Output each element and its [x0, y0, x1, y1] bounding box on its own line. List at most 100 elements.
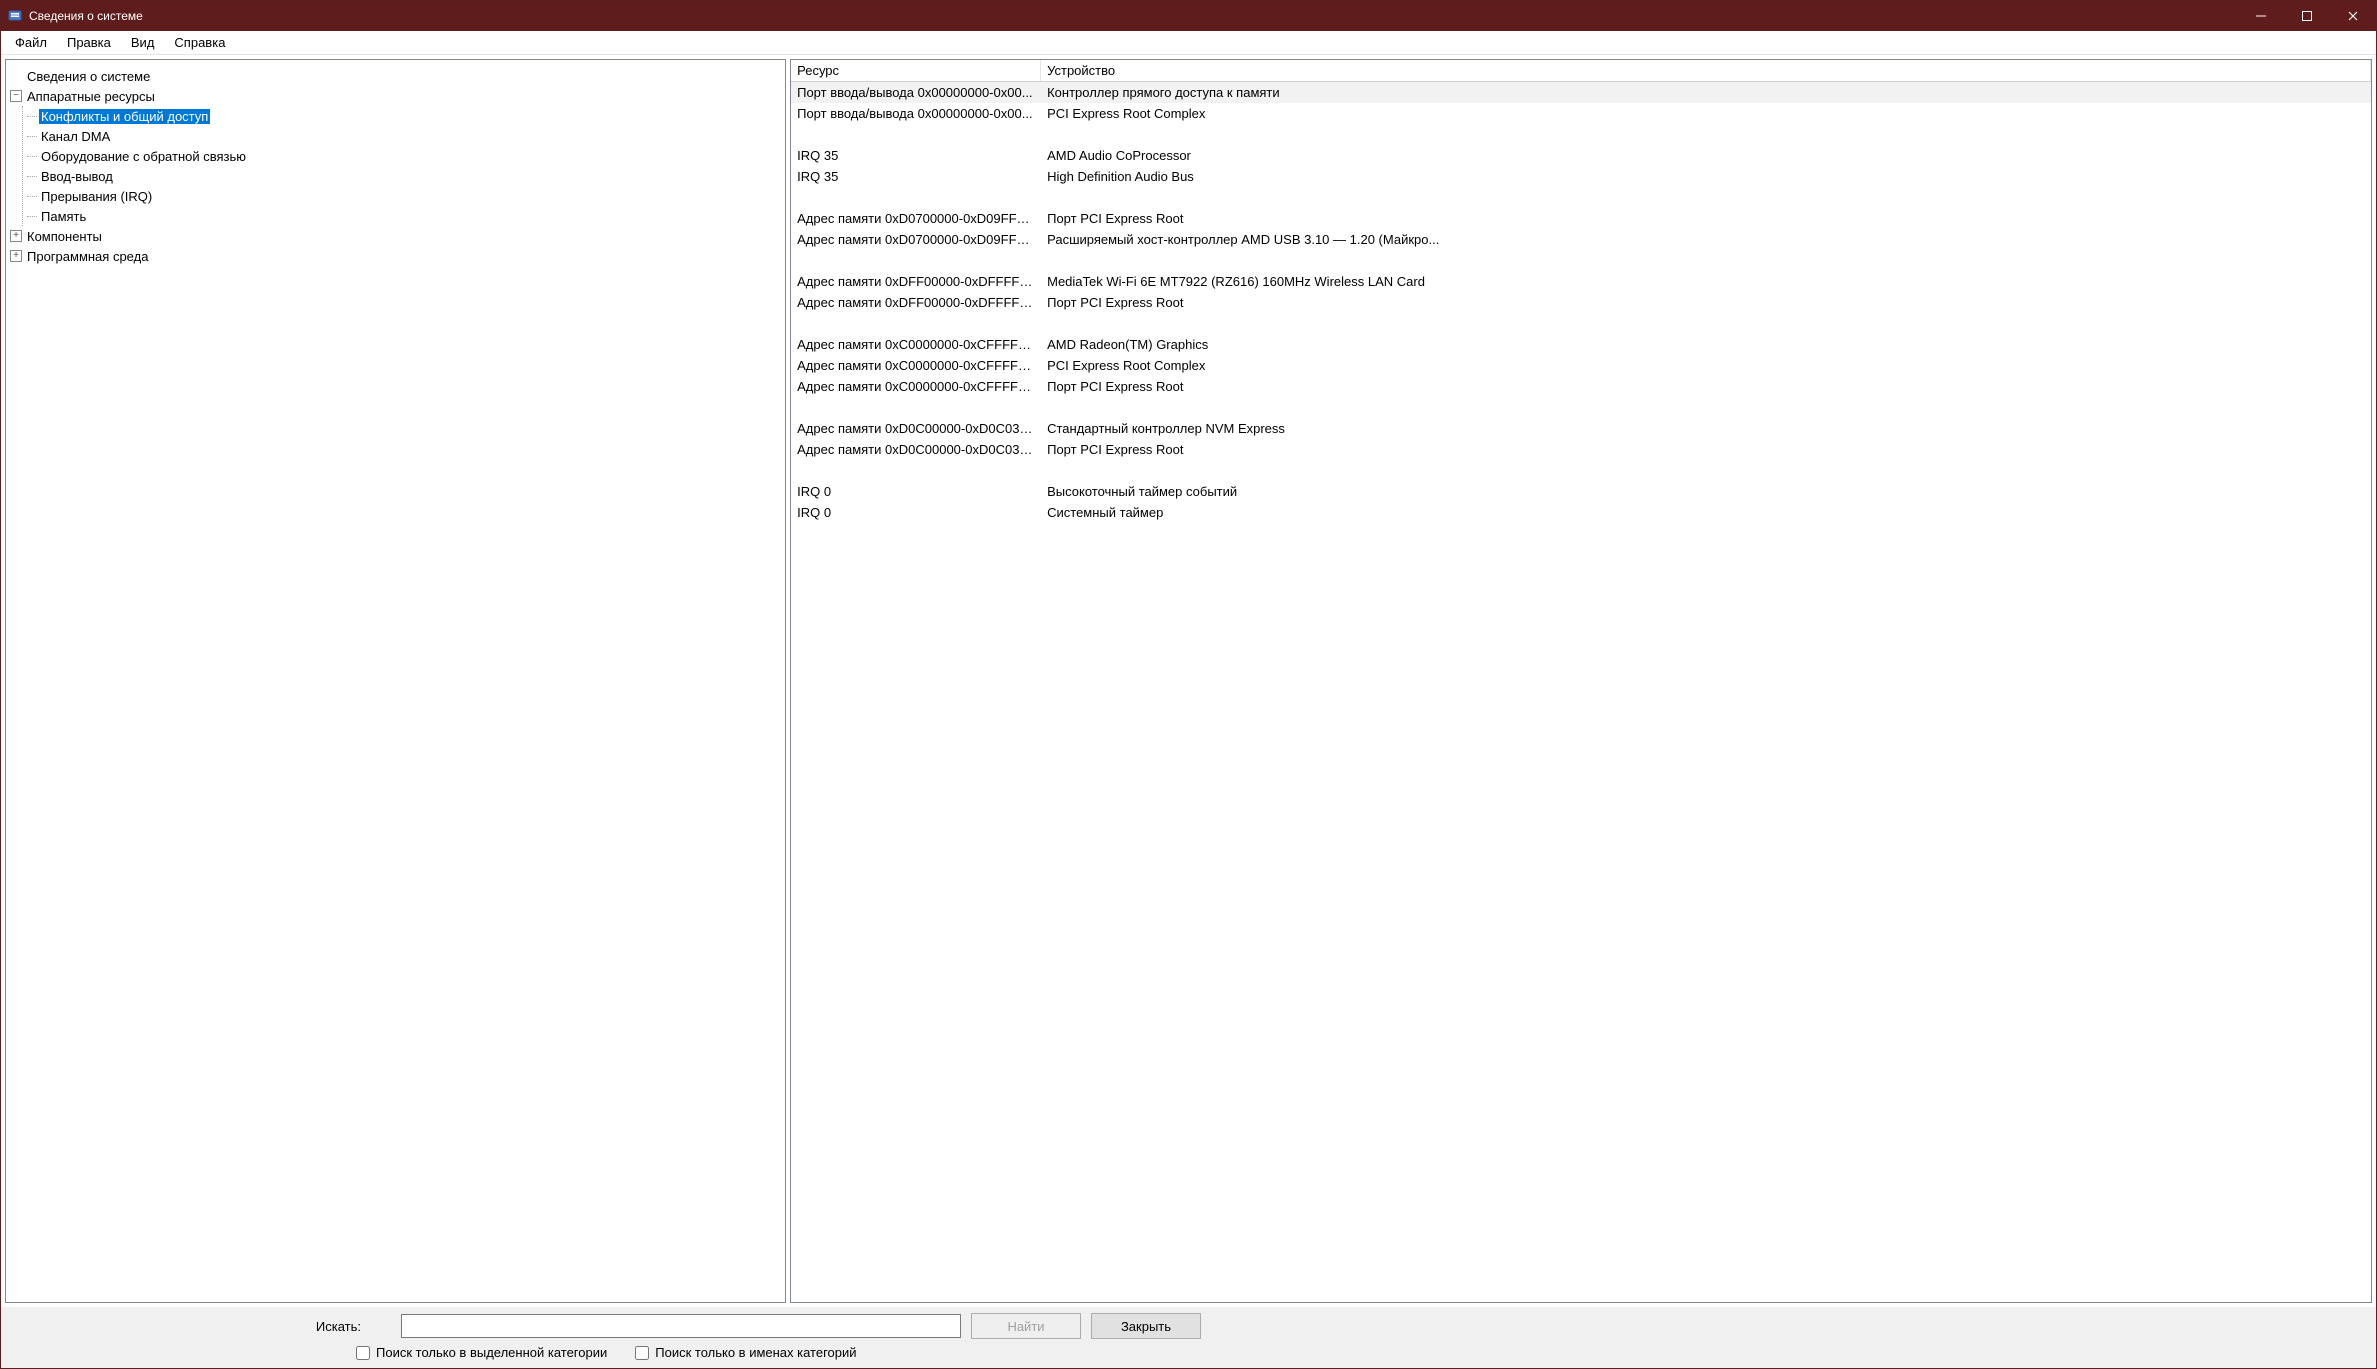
cell-resource: Адрес памяти 0xDFF00000-0xDFFFFFFF	[791, 295, 1041, 310]
list-spacer	[791, 397, 2371, 418]
col-header-resource[interactable]: Ресурс	[791, 60, 1041, 81]
cell-device: PCI Express Root Complex	[1041, 106, 2371, 121]
close-search-button[interactable]: Закрыть	[1091, 1313, 1201, 1339]
tree-memory[interactable]: Память	[27, 206, 785, 226]
search-label: Искать:	[11, 1319, 391, 1334]
list-row[interactable]: IRQ 0Системный таймер	[791, 502, 2371, 523]
list-row[interactable]: Порт ввода/вывода 0x00000000-0x00...Конт…	[791, 82, 2371, 103]
tree-dma-label: Канал DMA	[39, 129, 112, 144]
tree-connector	[27, 156, 37, 157]
titlebar[interactable]: Сведения о системе	[1, 1, 2376, 31]
chk-only-selected-wrap[interactable]: Поиск только в выделенной категории	[356, 1345, 607, 1360]
cell-device: Порт PCI Express Root	[1041, 442, 2371, 457]
list-spacer	[791, 313, 2371, 334]
list-spacer	[791, 187, 2371, 208]
tree-hardware-label: Аппаратные ресурсы	[25, 89, 157, 104]
cell-resource: Порт ввода/вывода 0x00000000-0x00...	[791, 106, 1041, 121]
content-area: Сведения о системе − Аппаратные ресурсы …	[1, 55, 2376, 1307]
cell-resource: Адрес памяти 0xD0700000-0xD09FFFFF	[791, 232, 1041, 247]
list-row[interactable]: Адрес памяти 0xC0000000-0xCFFFFFFFAMD Ra…	[791, 334, 2371, 355]
chk-only-names[interactable]	[635, 1346, 649, 1360]
search-row: Искать: Найти Закрыть	[11, 1313, 2366, 1339]
list-spacer	[791, 250, 2371, 271]
list-row[interactable]: IRQ 35AMD Audio CoProcessor	[791, 145, 2371, 166]
list-row[interactable]: Адрес памяти 0xC0000000-0xCFFFFFFFПорт P…	[791, 376, 2371, 397]
tree-connector	[27, 136, 37, 137]
list-row[interactable]: Порт ввода/вывода 0x00000000-0x00...PCI …	[791, 103, 2371, 124]
menu-help[interactable]: Справка	[164, 33, 235, 52]
cell-resource: Адрес памяти 0xC0000000-0xCFFFFFFF	[791, 337, 1041, 352]
tree-memory-label: Память	[39, 209, 88, 224]
col-header-device[interactable]: Устройство	[1041, 60, 2371, 81]
cell-device: Высокоточный таймер событий	[1041, 484, 2371, 499]
chk-only-selected[interactable]	[356, 1346, 370, 1360]
cell-device: Контроллер прямого доступа к памяти	[1041, 85, 2371, 100]
cell-resource: Адрес памяти 0xDFF00000-0xDFFFFFFF	[791, 274, 1041, 289]
find-button[interactable]: Найти	[971, 1313, 1081, 1339]
list-row[interactable]: IRQ 35High Definition Audio Bus	[791, 166, 2371, 187]
cell-resource: IRQ 35	[791, 148, 1041, 163]
tree-irq-label: Прерывания (IRQ)	[39, 189, 154, 204]
cell-device: Расширяемый хост-контроллер AMD USB 3.10…	[1041, 232, 2371, 247]
list-spacer	[791, 460, 2371, 481]
tree: Сведения о системе − Аппаратные ресурсы …	[6, 60, 785, 272]
tree-components[interactable]: + Компоненты	[10, 226, 785, 246]
cell-resource: Адрес памяти 0xC0000000-0xCFFFFFFF	[791, 358, 1041, 373]
cell-resource: Адрес памяти 0xD0C00000-0xD0C03FFF	[791, 442, 1041, 457]
search-bar: Искать: Найти Закрыть Поиск только в выд…	[1, 1307, 2376, 1368]
list-row[interactable]: Адрес памяти 0xD0700000-0xD09FFFFFРасшир…	[791, 229, 2371, 250]
close-button[interactable]	[2330, 1, 2376, 31]
menu-file[interactable]: Файл	[5, 33, 57, 52]
list-body[interactable]: Порт ввода/вывода 0x00000000-0x00...Конт…	[791, 82, 2371, 1302]
tree-conflicts[interactable]: Конфликты и общий доступ	[27, 106, 785, 126]
list-row[interactable]: Адрес памяти 0xD0C00000-0xD0C03FFFСтанда…	[791, 418, 2371, 439]
cell-device: Стандартный контроллер NVM Express	[1041, 421, 2371, 436]
tree-conflicts-label: Конфликты и общий доступ	[39, 109, 210, 124]
cell-resource: Адрес памяти 0xD0C00000-0xD0C03FFF	[791, 421, 1041, 436]
app-icon	[7, 8, 23, 24]
tree-io[interactable]: Ввод-вывод	[27, 166, 785, 186]
app-window: Сведения о системе Файл Правка Вид Справ…	[0, 0, 2377, 1369]
list-row[interactable]: Адрес памяти 0xC0000000-0xCFFFFFFFPCI Ex…	[791, 355, 2371, 376]
tree-forced[interactable]: Оборудование с обратной связью	[27, 146, 785, 166]
collapse-icon[interactable]: −	[10, 90, 22, 102]
list-row[interactable]: Адрес памяти 0xD0700000-0xD09FFFFFПорт P…	[791, 208, 2371, 229]
list-row[interactable]: Адрес памяти 0xDFF00000-0xDFFFFFFFПорт P…	[791, 292, 2371, 313]
menu-view[interactable]: Вид	[121, 33, 165, 52]
tree-hardware-children: Конфликты и общий доступ Канал DMA Обору…	[22, 106, 785, 226]
tree-root[interactable]: Сведения о системе	[10, 66, 785, 86]
cell-device: Системный таймер	[1041, 505, 2371, 520]
expand-icon[interactable]: +	[10, 250, 22, 262]
chk-only-names-wrap[interactable]: Поиск только в именах категорий	[635, 1345, 856, 1360]
tree-connector	[27, 196, 37, 197]
list-row[interactable]: Адрес памяти 0xD0C00000-0xD0C03FFFПорт P…	[791, 439, 2371, 460]
menu-edit[interactable]: Правка	[57, 33, 121, 52]
maximize-button[interactable]	[2284, 1, 2330, 31]
cell-device: AMD Radeon(TM) Graphics	[1041, 337, 2371, 352]
chk-only-names-label: Поиск только в именах категорий	[655, 1345, 856, 1360]
minimize-button[interactable]	[2238, 1, 2284, 31]
tree-irq[interactable]: Прерывания (IRQ)	[27, 186, 785, 206]
cell-device: Порт PCI Express Root	[1041, 379, 2371, 394]
tree-root-label: Сведения о системе	[25, 69, 152, 84]
cell-resource: Порт ввода/вывода 0x00000000-0x00...	[791, 85, 1041, 100]
tree-connector	[27, 216, 37, 217]
list-row[interactable]: IRQ 0Высокоточный таймер событий	[791, 481, 2371, 502]
cell-resource: Адрес памяти 0xD0700000-0xD09FFFFF	[791, 211, 1041, 226]
tree-software[interactable]: + Программная среда	[10, 246, 785, 266]
list-row[interactable]: Адрес памяти 0xDFF00000-0xDFFFFFFFMediaT…	[791, 271, 2371, 292]
cell-resource: IRQ 35	[791, 169, 1041, 184]
tree-dma[interactable]: Канал DMA	[27, 126, 785, 146]
tree-hardware[interactable]: − Аппаратные ресурсы	[10, 86, 785, 106]
cell-device: Порт PCI Express Root	[1041, 295, 2371, 310]
cell-device: Порт PCI Express Root	[1041, 211, 2371, 226]
cell-resource: IRQ 0	[791, 505, 1041, 520]
search-input[interactable]	[401, 1314, 961, 1338]
tree-panel[interactable]: Сведения о системе − Аппаратные ресурсы …	[5, 59, 786, 1303]
tree-software-label: Программная среда	[25, 249, 150, 264]
chk-only-selected-label: Поиск только в выделенной категории	[376, 1345, 607, 1360]
list-panel[interactable]: Ресурс Устройство Порт ввода/вывода 0x00…	[790, 59, 2372, 1303]
tree-connector	[27, 176, 37, 177]
expand-icon[interactable]: +	[10, 230, 22, 242]
cell-resource: IRQ 0	[791, 484, 1041, 499]
